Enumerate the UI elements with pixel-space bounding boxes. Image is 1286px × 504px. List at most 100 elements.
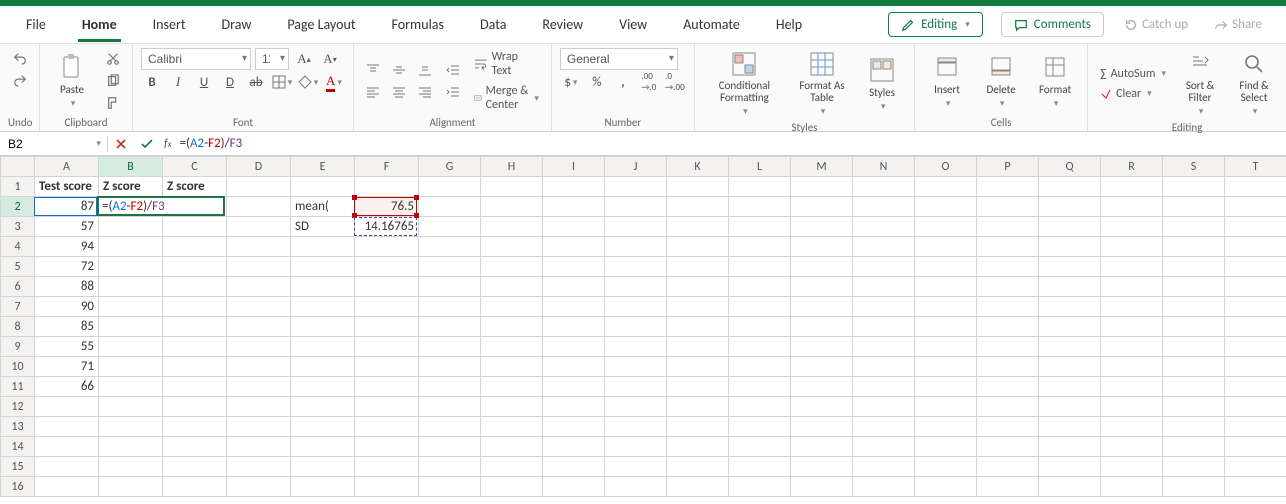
rowhdr-14[interactable]: 14	[1, 437, 35, 457]
cell-C10[interactable]	[163, 357, 227, 377]
cell-M10[interactable]	[791, 357, 853, 377]
cell-S10[interactable]	[1163, 357, 1225, 377]
cell-C5[interactable]	[163, 257, 227, 277]
cell-P13[interactable]	[977, 417, 1039, 437]
cell-H4[interactable]	[481, 237, 543, 257]
cell-Q14[interactable]	[1039, 437, 1101, 457]
colhdr-S[interactable]: S	[1163, 157, 1225, 177]
cell-L6[interactable]	[729, 277, 791, 297]
cell-P15[interactable]	[977, 457, 1039, 477]
cell-S4[interactable]	[1163, 237, 1225, 257]
cell-J1[interactable]	[605, 177, 667, 197]
tab-file[interactable]: File	[8, 8, 64, 41]
cell-F2[interactable]: 76.5	[355, 197, 419, 217]
cell-K6[interactable]	[667, 277, 729, 297]
align-top-button[interactable]	[362, 60, 384, 80]
tab-data[interactable]: Data	[462, 8, 524, 41]
cell-C13[interactable]	[163, 417, 227, 437]
cell-S7[interactable]	[1163, 297, 1225, 317]
align-center-button[interactable]	[388, 82, 410, 102]
percent-button[interactable]: %	[586, 72, 608, 92]
sort-filter-button[interactable]: Sort & Filter▾	[1176, 48, 1224, 119]
cell-O7[interactable]	[915, 297, 977, 317]
cell-R7[interactable]	[1101, 297, 1163, 317]
cell-G10[interactable]	[419, 357, 481, 377]
cell-C3[interactable]	[163, 217, 227, 237]
cell-A12[interactable]	[35, 397, 99, 417]
cell-A7[interactable]: 90	[35, 297, 99, 317]
cell-D15[interactable]	[227, 457, 291, 477]
increase-font-button[interactable]: A▴	[293, 49, 315, 69]
cell-C11[interactable]	[163, 377, 227, 397]
cell-D3[interactable]	[227, 217, 291, 237]
cell-Q12[interactable]	[1039, 397, 1101, 417]
cell-M5[interactable]	[791, 257, 853, 277]
cell-A3[interactable]: 57	[35, 217, 99, 237]
cell-O5[interactable]	[915, 257, 977, 277]
cell-G7[interactable]	[419, 297, 481, 317]
cell-Q6[interactable]	[1039, 277, 1101, 297]
cell-M6[interactable]	[791, 277, 853, 297]
cell-S11[interactable]	[1163, 377, 1225, 397]
cell-A5[interactable]: 72	[35, 257, 99, 277]
cell-B15[interactable]	[99, 457, 163, 477]
cell-L10[interactable]	[729, 357, 791, 377]
find-select-button[interactable]: Find & Select▾	[1230, 48, 1278, 119]
cell-K5[interactable]	[667, 257, 729, 277]
paste-button[interactable]: Paste ▾	[48, 51, 96, 111]
name-box-input[interactable]	[6, 136, 101, 152]
cell-C15[interactable]	[163, 457, 227, 477]
cell-S1[interactable]	[1163, 177, 1225, 197]
cell-styles-button[interactable]: Styles▾	[858, 54, 906, 114]
catch-up-button[interactable]: Catch up	[1114, 13, 1198, 36]
cell-F16[interactable]	[355, 477, 419, 497]
cell-R9[interactable]	[1101, 337, 1163, 357]
cell-G11[interactable]	[419, 377, 481, 397]
cell-O15[interactable]	[915, 457, 977, 477]
tab-automate[interactable]: Automate	[665, 8, 758, 41]
currency-button[interactable]: $▾	[560, 72, 582, 92]
italic-button[interactable]: I	[167, 72, 189, 92]
font-color-button[interactable]: A▾	[323, 72, 345, 92]
cell-P6[interactable]	[977, 277, 1039, 297]
cell-E16[interactable]	[291, 477, 355, 497]
cell-F8[interactable]	[355, 317, 419, 337]
rowhdr-3[interactable]: 3	[1, 217, 35, 237]
cell-R4[interactable]	[1101, 237, 1163, 257]
rowhdr-10[interactable]: 10	[1, 357, 35, 377]
tab-help[interactable]: Help	[758, 8, 820, 41]
rowhdr-1[interactable]: 1	[1, 177, 35, 197]
cell-M12[interactable]	[791, 397, 853, 417]
number-format-select[interactable]	[560, 48, 678, 70]
cell-G8[interactable]	[419, 317, 481, 337]
grid[interactable]: A B C D E F G H I J K L M N O P Q R S T …	[0, 156, 1286, 497]
cell-G6[interactable]	[419, 277, 481, 297]
colhdr-Q[interactable]: Q	[1039, 157, 1101, 177]
cell-O11[interactable]	[915, 377, 977, 397]
cell-D7[interactable]	[227, 297, 291, 317]
cell-R2[interactable]	[1101, 197, 1163, 217]
cell-R14[interactable]	[1101, 437, 1163, 457]
cell-Q1[interactable]	[1039, 177, 1101, 197]
cell-A8[interactable]: 85	[35, 317, 99, 337]
format-painter-button[interactable]	[102, 93, 124, 113]
cell-O3[interactable]	[915, 217, 977, 237]
rowhdr-8[interactable]: 8	[1, 317, 35, 337]
cell-B10[interactable]	[99, 357, 163, 377]
rowhdr-7[interactable]: 7	[1, 297, 35, 317]
cell-O14[interactable]	[915, 437, 977, 457]
align-right-button[interactable]	[414, 82, 436, 102]
cell-O4[interactable]	[915, 237, 977, 257]
cell-E6[interactable]	[291, 277, 355, 297]
cell-L15[interactable]	[729, 457, 791, 477]
colhdr-O[interactable]: O	[915, 157, 977, 177]
cell-T11[interactable]	[1225, 377, 1286, 397]
cell-A6[interactable]: 88	[35, 277, 99, 297]
cell-N1[interactable]	[853, 177, 915, 197]
cell-N6[interactable]	[853, 277, 915, 297]
font-name-select[interactable]	[141, 48, 251, 70]
cell-N13[interactable]	[853, 417, 915, 437]
cell-L16[interactable]	[729, 477, 791, 497]
cell-E2[interactable]: mean(	[291, 197, 355, 217]
cell-R1[interactable]	[1101, 177, 1163, 197]
